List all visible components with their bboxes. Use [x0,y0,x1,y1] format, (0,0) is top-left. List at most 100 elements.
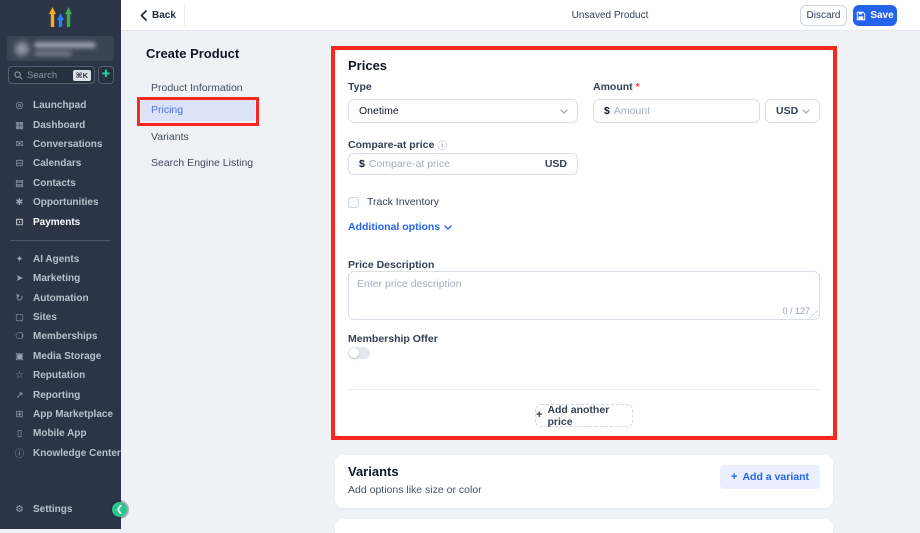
product-nav-label: Pricing [151,104,183,116]
sidebar-item-mobile-app[interactable]: ▯ Mobile App [0,424,121,443]
mobile-app-icon: ▯ [13,428,26,439]
page-title: Unsaved Product [545,10,675,21]
sidebar-item-reporting[interactable]: ↗ Reporting [0,385,121,404]
price-description-textarea[interactable] [349,272,819,306]
additional-options-label: Additional options [348,221,440,233]
product-nav-search-engine-listing[interactable]: Search Engine Listing [141,155,271,171]
discard-button[interactable]: Discard [800,5,847,26]
sidebar-item-app-marketplace[interactable]: ⊞App Marketplace [0,405,121,424]
sidebar-item-settings[interactable]: ⚙ Settings [0,500,121,519]
account-switcher[interactable] [7,36,114,61]
sidebar-item-reputation[interactable]: ☆ Reputation [0,366,121,385]
sidebar-item-conversations[interactable]: ✉ Conversations [0,135,121,154]
currency-select[interactable]: USD [765,99,820,123]
sidebar-collapse-button[interactable]: ❮ [112,502,127,517]
chevron-down-icon [444,225,452,230]
amount-field: $ [593,99,760,123]
toggle-knob [349,348,359,358]
chevron-down-icon [560,109,568,114]
sidebar-item-knowledge-center[interactable]: ⓘKnowledge Center [0,444,121,463]
product-nav-label: Product Information [151,82,243,94]
back-label: Back [152,10,176,21]
price-description-field: 0 / 127 [348,271,820,320]
card-divider [348,389,820,390]
sidebar-item-label: Automation [33,293,89,304]
sidebar-item-label: Reputation [33,370,85,381]
search-placeholder: Search [27,70,69,81]
quick-add-button[interactable]: ✚ [98,66,114,84]
sidebar-item-opportunities[interactable]: ✱ Opportunities [0,193,121,212]
sidebar-item-label: Launchpad [33,100,86,111]
add-a-variant-button[interactable]: + Add a variant [720,465,820,489]
sidebar-item-ai-agents[interactable]: ✦AI Agents [0,250,121,269]
header-divider [184,4,185,27]
sidebar-item-marketing[interactable]: ➤ Marketing [0,269,121,288]
app-marketplace-icon: ⊞ [13,409,26,420]
sidebar: Search ⌘K ✚ ◎ Launchpad ▦Dashboard ✉ Convers… [0,0,121,529]
prices-card: Prices Type Amount* Onetime $ USD Compar… [335,50,833,437]
sidebar-item-label: Knowledge Center [33,448,121,459]
sidebar-item-launchpad[interactable]: ◎ Launchpad [0,96,121,115]
sidebar-divider [10,240,111,241]
additional-options-link[interactable]: Additional options [348,221,452,233]
compare-at-price-label: Compare-at priceⓘ [348,138,447,152]
search-icon [14,71,23,80]
gear-icon: ⚙ [13,504,26,515]
product-nav-variants[interactable]: Variants [141,129,271,145]
sidebar-item-dashboard[interactable]: ▦Dashboard [0,115,121,134]
account-avatar [15,42,29,56]
track-inventory-checkbox[interactable] [348,197,359,208]
search-shortcut-badge: ⌘K [73,70,91,81]
amount-input[interactable] [614,105,759,117]
sidebar-item-label: Media Storage [33,351,101,362]
plus-icon: + [536,410,542,421]
save-label: Save [870,10,893,21]
opportunities-icon: ✱ [13,197,26,208]
conversations-icon: ✉ [13,139,26,150]
sidebar-item-label: Memberships [33,331,97,342]
sidebar-item-automation[interactable]: ↻Automation [0,289,121,308]
type-select[interactable]: Onetime [348,99,578,123]
product-nav-pricing[interactable]: Pricing [141,99,255,121]
marketing-icon: ➤ [13,273,26,284]
sidebar-item-label: Marketing [33,273,80,284]
membership-offer-toggle[interactable] [348,347,370,359]
save-button[interactable]: Save [853,5,897,26]
reputation-icon: ☆ [13,370,26,381]
sidebar-item-payments[interactable]: ⊡Payments [0,212,121,231]
sidebar-item-label: Mobile App [33,428,87,439]
product-nav-product-information[interactable]: Product Information [141,80,271,96]
sidebar-item-memberships[interactable]: ❍Memberships [0,327,121,346]
sidebar-item-label: Conversations [33,139,102,150]
reporting-icon: ↗ [13,390,26,401]
payments-icon: ⊡ [13,217,26,228]
info-icon: ⓘ [437,138,447,152]
sidebar-item-calendars[interactable]: ⊟Calendars [0,154,121,173]
search-input[interactable]: Search ⌘K [8,66,95,84]
compare-at-price-input[interactable] [369,158,545,170]
sidebar-item-label: Calendars [33,158,81,169]
prices-title: Prices [348,58,387,73]
sidebar-item-contacts[interactable]: ▤Contacts [0,174,121,193]
product-nav-label: Search Engine Listing [151,157,253,169]
currency-select-value: USD [766,105,802,117]
variants-subtitle: Add options like size or color [348,484,482,496]
sidebar-item-label: Opportunities [33,197,99,208]
launchpad-icon: ◎ [13,100,26,111]
sidebar-item-sites[interactable]: ▢Sites [0,308,121,327]
add-a-variant-label: Add a variant [742,471,809,483]
track-inventory-row[interactable]: Track Inventory [348,196,439,208]
sidebar-item-label: AI Agents [33,254,79,265]
sidebar-item-label: Reporting [33,390,80,401]
add-another-price-button[interactable]: + Add another price [535,404,633,427]
app-window: Search ⌘K ✚ ◎ Launchpad ▦Dashboard ✉ Convers… [0,0,920,529]
required-asterisk: * [636,81,640,93]
char-counter: 0 / 127 [782,306,810,316]
product-nav-label: Variants [151,131,189,143]
currency-suffix: USD [545,158,577,170]
chevron-left-icon [140,10,147,21]
price-description-label: Price Description [348,259,434,271]
currency-prefix: $ [349,158,365,170]
sidebar-item-media-storage[interactable]: ▣Media Storage [0,347,121,366]
back-button[interactable]: Back [140,6,176,24]
